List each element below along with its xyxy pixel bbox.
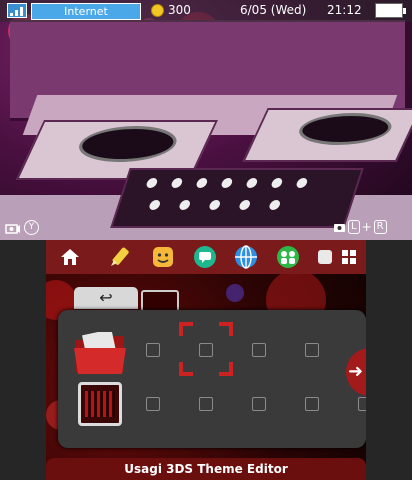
people-icon[interactable] [274,243,302,271]
bottom-right-border [366,240,412,480]
empty-slot[interactable] [146,397,160,411]
pencil-icon[interactable] [106,243,134,271]
empty-slot[interactable] [305,343,319,357]
bottom-left-border [0,240,46,480]
back-icon: ↩ [99,288,113,307]
empty-slot[interactable] [146,343,160,357]
battery-icon [375,3,406,18]
globe-icon[interactable] [232,243,260,271]
footer-title-bar: Usagi 3DS Theme Editor [46,458,366,480]
wifi-signal-icon [7,3,27,18]
r-button-icon: R [373,220,387,234]
camera-icon [5,223,20,234]
chat-icon[interactable] [191,243,219,271]
empty-slot[interactable] [252,343,266,357]
empty-slot[interactable] [305,397,319,411]
face-icon[interactable] [149,243,177,271]
camera-icon [334,224,345,232]
camera-hint-right: L + R [333,220,387,234]
y-button-icon: Y [24,220,39,235]
mixer [110,168,364,228]
l-button-icon: L [348,220,360,234]
date-label: 6/05 (Wed) [240,3,307,17]
bottom-screen: ↩ ➜ Usagi 3DS Theme Editor [46,240,366,480]
arrow-right-icon: ➜ [348,361,364,382]
top-screen-wallpaper: Internet 300 6/05 (Wed) 21:12 Y L + R [0,0,412,240]
settings-icon[interactable] [56,243,84,271]
plus-label: + [361,220,372,234]
status-bar: Internet 300 6/05 (Wed) 21:12 [0,0,412,22]
coin-icon [151,4,164,17]
empty-slot[interactable] [199,397,213,411]
theme-thumbnail-icon[interactable] [78,382,122,426]
home-menu-topbar [46,240,366,274]
empty-slot[interactable] [252,397,266,411]
turntable-right [242,108,412,162]
camera-hint-left: Y [5,220,39,235]
empty-slot[interactable] [358,397,366,411]
empty-slot[interactable] [199,343,213,357]
network-label: Internet [31,3,141,20]
coin-count: 300 [168,3,191,17]
folder-icon[interactable] [74,329,126,374]
grid-icon[interactable] [338,243,360,271]
footer-title: Usagi 3DS Theme Editor [124,462,288,476]
time-label: 21:12 [327,3,362,17]
back-button[interactable]: ↩ [74,287,138,309]
brightness-icon[interactable] [314,243,336,271]
